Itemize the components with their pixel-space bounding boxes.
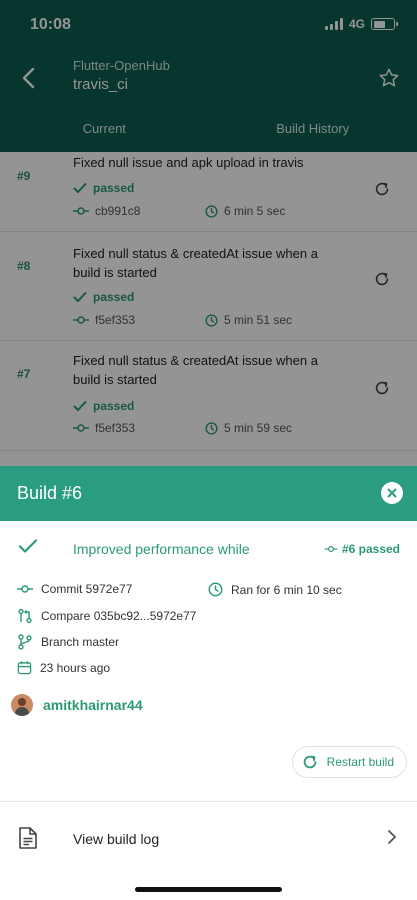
build-detail-title: Build #6 [17,483,83,503]
compare-label: Compare 035bc92...5972e77 [41,609,197,623]
commit-label: Commit 5972e77 [41,582,133,596]
build-status-badge: #6 passed [324,542,400,556]
avatar [11,694,33,716]
time-ago-label: 23 hours ago [40,660,111,675]
build-status-badge-label: #6 passed [341,542,400,556]
close-icon [387,488,397,498]
refresh-icon [303,755,316,769]
calendar-icon [17,661,32,675]
clock-icon [208,582,223,597]
close-button[interactable] [381,482,403,504]
ran-for-label: Ran for 6 min 10 sec [231,582,342,597]
view-build-log-row[interactable]: View build log [0,802,417,874]
commit-message: Improved performance while [73,541,250,557]
view-build-log-label: View build log [73,831,160,847]
compare-icon [18,608,32,624]
branch-icon [18,634,32,650]
check-icon [18,539,38,553]
restart-build-label: Restart build [326,755,394,769]
commit-info[interactable]: Commit 5972e77 [17,582,132,596]
document-icon [19,827,37,849]
branch-label: Branch master [41,635,120,649]
home-indicator[interactable] [135,887,282,892]
time-info: 23 hours ago [17,660,110,675]
modal-scrim[interactable] [0,0,417,466]
compare-info[interactable]: Compare 035bc92...5972e77 [17,608,196,624]
author-name: amitkhairnar44 [43,697,143,713]
chevron-right-icon [388,830,396,844]
build-detail-sheet: Improved performance while #6 passed Com… [0,521,417,900]
build-detail-header: Build #6 [0,466,417,521]
duration-info: Ran for 6 min 10 sec [208,582,342,597]
restart-build-button[interactable]: Restart build [291,746,407,778]
commit-icon [17,585,33,593]
branch-info: Branch master [17,634,119,650]
author-row[interactable]: amitkhairnar44 [11,694,143,716]
commit-icon [324,546,338,552]
